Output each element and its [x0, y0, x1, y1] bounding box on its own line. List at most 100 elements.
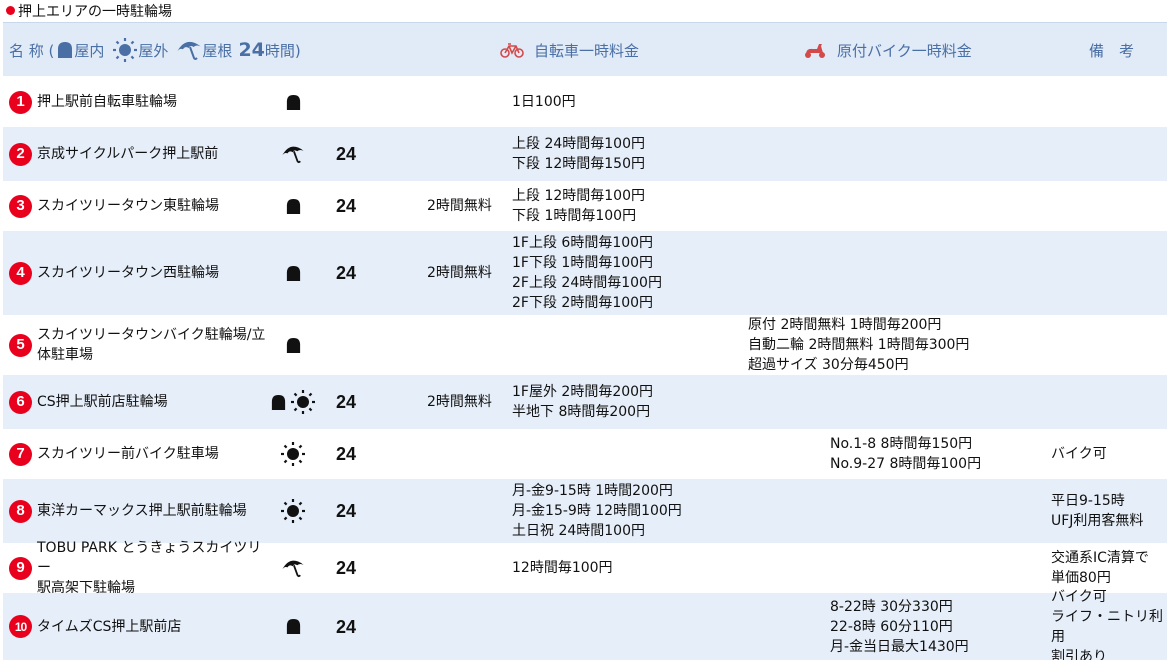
facility-type-icons: [263, 543, 323, 593]
remarks-line: 割引あり: [1051, 648, 1107, 660]
moped-fee: [748, 543, 1048, 593]
open-24h-mark: 24: [336, 144, 357, 164]
remarks-lines: 平日9-15時 UFJ利用客無料: [1051, 491, 1143, 531]
facility-name-lines: スカイツリータウン西駐輪場: [37, 263, 219, 283]
moped-fee: [748, 375, 1048, 429]
bicycle-fee: 1F屋外 2時間毎200円 半地下 8時間毎200円: [512, 375, 742, 429]
header-moto-fee: 原付バイク一時料金: [803, 23, 972, 77]
remarks-line: バイク可: [1051, 446, 1107, 462]
facility-type-icons: [263, 375, 323, 429]
row-number-badge: 3: [9, 194, 32, 218]
row-number-badge: 10: [9, 615, 32, 638]
row-number-cell: 9: [9, 543, 33, 593]
bicycle-fee: [512, 315, 742, 375]
bicycle-fee: [512, 429, 742, 479]
facility-name-lines: スカイツリー前バイク駐車場: [37, 444, 219, 464]
facility-name-line: タイムズCS押上駅前店: [37, 618, 182, 635]
header-moto-label: 原付バイク一時料金: [837, 41, 972, 60]
row-number-cell: 2: [9, 127, 33, 181]
header-note: 備 考: [1089, 23, 1134, 77]
table-row: 4 スカイツリータウン西駐輪場 24 2時間無料 1F上段 6時間毎100円 1F下段 1…: [3, 231, 1167, 315]
header-hours-label: 時間): [264, 41, 301, 60]
row-number-badge: 1: [9, 90, 32, 114]
facility-name: スカイツリー前バイク駐車場: [37, 429, 269, 479]
bicycle-fee-lines: 月-金9-15時 1時間200円 月-金15-9時 12時間100円 土日祝 24時…: [512, 481, 682, 541]
row-number-cell: 1: [9, 77, 33, 127]
table-row: 8 東洋カーマックス押上駅前駐輪場 24 月-金9-15時 1時間200円 月-金15-…: [3, 479, 1167, 543]
bicycle-fee: 上段 24時間毎100円 下段 12時間毎150円: [512, 127, 742, 181]
facility-type-icons: [263, 181, 323, 231]
facility-name-lines: タイムズCS押上駅前店: [37, 617, 181, 637]
moped-fee-line: 超過サイズ 30分毎450円: [748, 357, 909, 373]
bicycle-fee-line: 下段 1時間毎100円: [512, 208, 637, 224]
facility-name-line: スカイツリータウンバイク駐輪場/立: [37, 327, 266, 343]
facility-name-line: 京成サイクルパーク押上駅前: [37, 146, 219, 162]
bicycle-fee: 月-金9-15時 1時間200円 月-金15-9時 12時間100円 土日祝 24時…: [512, 479, 742, 543]
bicycle-fee-line: 半地下 8時間毎200円: [512, 404, 651, 420]
bicycle-fee-line: 1F上段 6時間毎100円: [512, 235, 654, 251]
remarks: 平日9-15時 UFJ利用客無料: [1051, 479, 1167, 543]
free-period: [427, 593, 509, 660]
bicycle-fee-line: 土日祝 24時間100円: [512, 523, 645, 539]
open-24h-mark: 24: [336, 392, 357, 412]
moped-fee-line: 22-8時 60分110円: [830, 618, 953, 635]
bicycle-fee-line: 1F屋外 2時間毎200円: [512, 384, 654, 400]
row-number-badge: 4: [9, 261, 32, 285]
remarks-lines: バイク可: [1051, 444, 1107, 464]
facility-name-lines: 押上駅前自転車駐輪場: [37, 92, 177, 112]
remarks: [1051, 315, 1167, 375]
table-caption: 押上エリアの一時駐輪場: [6, 2, 172, 22]
facility-type-icons: [263, 77, 323, 127]
indoor-icon: [285, 618, 302, 635]
moped-fee: [748, 231, 1048, 315]
table-row: 5 スカイツリータウンバイク駐輪場/立 体駐車場 原付 2時間無料 1時間毎200円自…: [3, 315, 1167, 375]
remarks-line: 単価80円: [1051, 570, 1111, 586]
sun-icon: [280, 498, 306, 524]
table-row: 7 スカイツリー前バイク駐車場 24 No.1-8 8時間毎150円 No.9-27 8…: [3, 429, 1167, 479]
facility-name-line: CS押上駅前店駐輪場: [37, 394, 168, 410]
bicycle-fee-lines: 1F上段 6時間毎100円 1F下段 1時間毎100円 2F上段 24時間毎100円…: [512, 233, 662, 313]
remarks-line: ライフ・ニトリ利用: [1051, 608, 1163, 645]
facility-name: 京成サイクルパーク押上駅前: [37, 127, 269, 181]
facility-name-line: 東洋カーマックス押上駅前駐輪場: [37, 503, 247, 519]
moped-fee: 原付 2時間無料 1時間毎200円 自動二輪 2時間無料 1時間毎300円 超過サイ…: [748, 315, 1048, 375]
red-dot-icon: [6, 6, 15, 15]
remarks: バイク可: [1051, 429, 1167, 479]
open-24h-mark: [336, 315, 366, 375]
bicycle-fee-line: 2F下段 2時間毎100円: [512, 295, 654, 311]
free-period: [427, 77, 509, 127]
bicycle-fee: 1F上段 6時間毎100円 1F下段 1時間毎100円 2F上段 24時間毎100円…: [512, 231, 742, 315]
bicycle-fee-lines: 上段 24時間毎100円 下段 12時間毎150円: [512, 134, 645, 174]
roof-icon: [176, 39, 202, 61]
facility-name-lines: CS押上駅前店駐輪場: [37, 392, 168, 412]
open-24h-mark: 24: [336, 616, 357, 637]
indoor-icon: [285, 265, 302, 282]
row-number-badge: 5: [9, 333, 32, 357]
facility-name-lines: スカイツリータウンバイク駐輪場/立 体駐車場: [37, 325, 265, 365]
facility-name: スカイツリータウンバイク駐輪場/立 体駐車場: [37, 315, 269, 375]
open-24h-mark: [336, 77, 366, 127]
bicycle-fee-line: 上段 12時間毎100円: [512, 188, 645, 204]
free-period: 2時間無料: [427, 394, 492, 410]
header-24-label: 24: [238, 39, 265, 61]
remarks-line: 平日9-15時: [1051, 493, 1125, 509]
remarks-lines: 交通系IC清算で 単価80円: [1051, 548, 1149, 588]
sun-icon: [112, 37, 138, 63]
row-number-cell: 3: [9, 181, 33, 231]
row-number-badge: 2: [9, 142, 32, 166]
free-period: 2時間無料: [427, 198, 492, 214]
facility-name: タイムズCS押上駅前店: [37, 593, 269, 660]
table-row: 2 京成サイクルパーク押上駅前 24 上段 24時間毎100円 下段 12時間毎150円: [3, 127, 1167, 181]
facility-name-line: スカイツリー前バイク駐車場: [37, 446, 219, 462]
indoor-icon: [56, 41, 74, 59]
open-24h-mark: 24: [336, 196, 357, 216]
bicycle-fee: 上段 12時間毎100円 下段 1時間毎100円: [512, 181, 742, 231]
bicycle-fee-lines: 1F屋外 2時間毎200円 半地下 8時間毎200円: [512, 382, 653, 422]
free-period: [427, 543, 509, 593]
remarks: [1051, 231, 1167, 315]
facility-name-line: 体駐車場: [37, 347, 93, 363]
bicycle-icon: [500, 42, 524, 58]
open-24h-mark: 24: [336, 263, 357, 283]
bicycle-fee-line: 2F上段 24時間毎100円: [512, 275, 662, 291]
table-row: 3 スカイツリータウン東駐輪場 24 2時間無料 上段 12時間毎100円 下段 1時間毎…: [3, 181, 1167, 231]
